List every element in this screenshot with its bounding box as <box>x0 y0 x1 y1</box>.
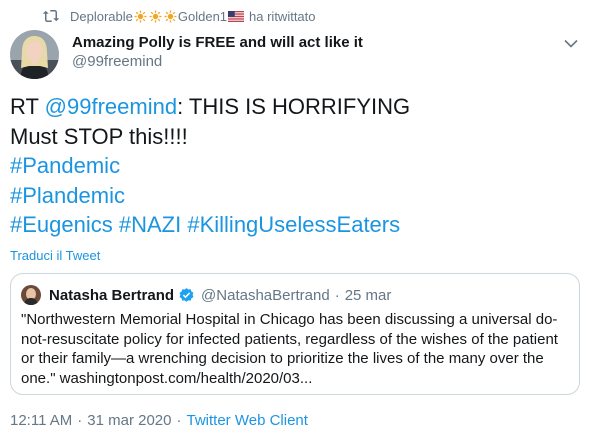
quoted-author-name: Natasha Bertrand <box>49 286 175 304</box>
quoted-tweet-card[interactable]: Natasha Bertrand @NatashaBertrand · 25 m… <box>10 273 580 395</box>
quoted-author-handle: @NatashaBertrand <box>201 286 330 304</box>
separator-dot: · <box>176 412 182 429</box>
retweeter-name-part2: Golden1 <box>177 8 228 24</box>
tweet-line-5: #Eugenics #NAZI #KillingUselessEaters <box>10 210 580 240</box>
tweet-line-4: #Plandemic <box>10 181 580 211</box>
tweet-header: Amazing Polly is FREE and will act like … <box>10 30 580 80</box>
tweet-line-2: Must STOP this!!!! <box>10 123 188 149</box>
hashtag-link[interactable]: #Eugenics <box>10 212 113 237</box>
hashtag-link[interactable]: #Plandemic <box>10 183 125 208</box>
retweeter-name-part: Deplorable <box>70 8 133 24</box>
hashtag-link[interactable]: #KillingUselessEaters <box>187 212 400 237</box>
hashtag-link[interactable]: #Pandemic <box>10 153 120 178</box>
retweet-icon <box>42 8 62 24</box>
quoted-tweet-header: Natasha Bertrand @NatashaBertrand · 25 m… <box>21 285 391 305</box>
client-link[interactable]: Twitter Web Client <box>187 412 308 429</box>
tweet-line-1: RT @99freemind: THIS IS HORRIFYING <box>10 92 580 122</box>
us-flag-emoji-icon <box>228 10 245 22</box>
tweet-line-3: #Pandemic <box>10 151 580 181</box>
chevron-down-icon[interactable] <box>562 34 580 52</box>
author-handle[interactable]: @99freemind <box>72 53 162 70</box>
tweet-time[interactable]: 12:11 AM <box>10 412 72 429</box>
retweeted-label: ha ritwittato <box>249 8 316 24</box>
rt-prefix: RT <box>10 94 45 119</box>
star-emoji-icon <box>134 10 147 23</box>
tweet-metadata: 12:11 AM · 31 mar 2020 · Twitter Web Cli… <box>10 412 308 429</box>
translate-tweet-link[interactable]: Traduci il Tweet <box>10 248 100 263</box>
author-name[interactable]: Amazing Polly is FREE and will act like … <box>72 34 363 51</box>
star-emoji-icon <box>149 10 162 23</box>
quoted-date: 25 mar <box>344 286 392 304</box>
retweeter-name-link[interactable]: Deplorable Golden1 <box>70 9 245 24</box>
verified-badge-icon <box>178 287 195 304</box>
star-emoji-icon <box>164 10 177 23</box>
quoted-avatar <box>21 285 41 305</box>
tweet-text: RT @99freemind: THIS IS HORRIFYING Must … <box>10 92 580 240</box>
tweet-date[interactable]: 31 mar 2020 <box>87 412 171 429</box>
separator-dot: · <box>334 286 340 304</box>
quoted-tweet-text: "Northwestern Memorial Hospital in Chica… <box>21 311 558 387</box>
retweet-context: Deplorable Golden1 ha ritwittato <box>42 7 316 25</box>
mention-link[interactable]: @99freemind <box>45 94 177 119</box>
avatar[interactable] <box>10 30 59 79</box>
tweet-headline: : THIS IS HORRIFYING <box>177 94 411 119</box>
separator-dot: · <box>77 412 83 429</box>
hashtag-link[interactable]: #NAZI <box>119 212 181 237</box>
